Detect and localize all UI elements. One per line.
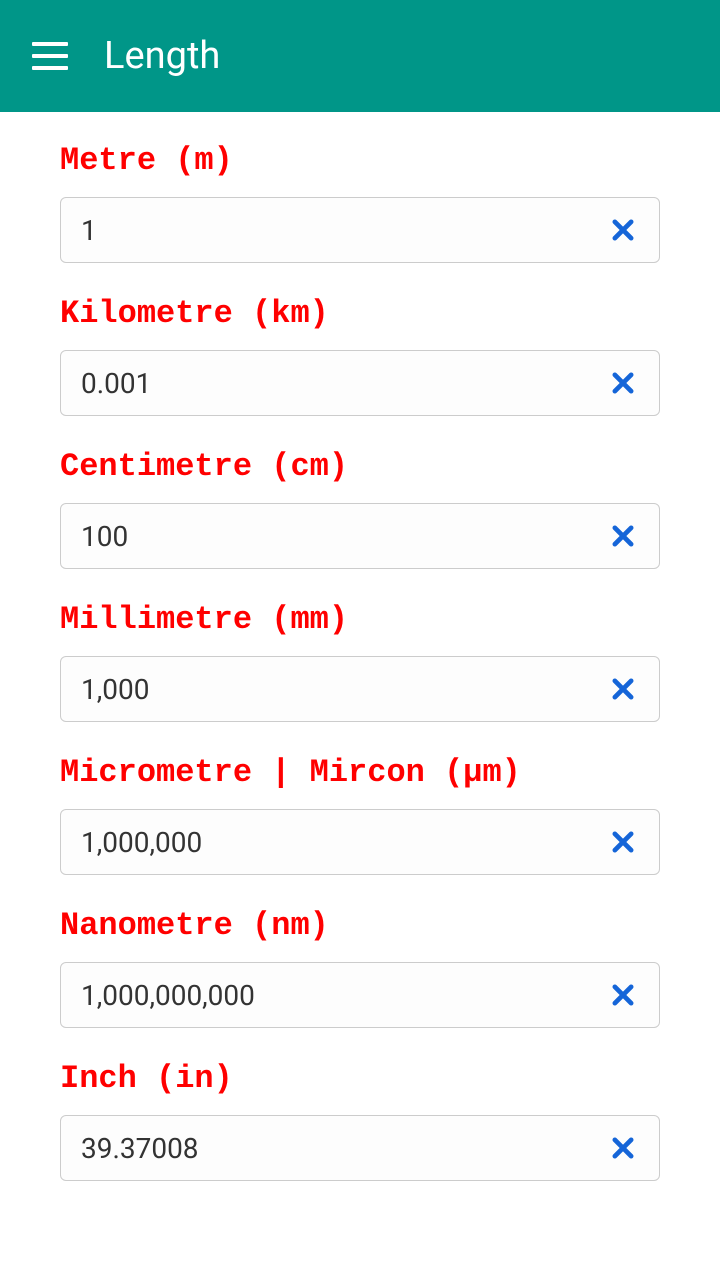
unit-group-kilometre: Kilometre (km) [60, 295, 660, 416]
unit-group-centimetre: Centimetre (cm) [60, 448, 660, 569]
clear-button[interactable] [607, 520, 639, 552]
close-icon [609, 216, 637, 244]
input-wrapper [60, 350, 660, 416]
unit-label: Kilometre (km) [60, 295, 660, 332]
kilometre-input[interactable] [81, 367, 607, 400]
unit-group-micrometre: Micrometre | Mircon (µm) [60, 754, 660, 875]
input-wrapper [60, 962, 660, 1028]
close-icon [609, 1134, 637, 1162]
unit-group-millimetre: Millimetre (mm) [60, 601, 660, 722]
clear-button[interactable] [607, 673, 639, 705]
close-icon [609, 675, 637, 703]
unit-label: Metre (m) [60, 142, 660, 179]
clear-button[interactable] [607, 367, 639, 399]
close-icon [609, 828, 637, 856]
millimetre-input[interactable] [81, 673, 607, 706]
close-icon [609, 369, 637, 397]
clear-button[interactable] [607, 214, 639, 246]
clear-button[interactable] [607, 1132, 639, 1164]
page-title: Length [104, 34, 220, 78]
close-icon [609, 981, 637, 1009]
unit-label: Micrometre | Mircon (µm) [60, 754, 660, 791]
unit-label: Inch (in) [60, 1060, 660, 1097]
input-wrapper [60, 809, 660, 875]
app-header: Length [0, 0, 720, 112]
menu-icon[interactable] [32, 42, 68, 70]
input-wrapper [60, 197, 660, 263]
metre-input[interactable] [81, 214, 607, 247]
unit-label: Millimetre (mm) [60, 601, 660, 638]
input-wrapper [60, 656, 660, 722]
inch-input[interactable] [81, 1132, 607, 1165]
nanometre-input[interactable] [81, 979, 607, 1012]
input-wrapper [60, 503, 660, 569]
content-area: Metre (m) Kilometre (km) Centimetre (cm)… [0, 112, 720, 1243]
close-icon [609, 522, 637, 550]
clear-button[interactable] [607, 979, 639, 1011]
unit-group-nanometre: Nanometre (nm) [60, 907, 660, 1028]
micrometre-input[interactable] [81, 826, 607, 859]
unit-label: Centimetre (cm) [60, 448, 660, 485]
input-wrapper [60, 1115, 660, 1181]
centimetre-input[interactable] [81, 520, 607, 553]
unit-label: Nanometre (nm) [60, 907, 660, 944]
clear-button[interactable] [607, 826, 639, 858]
unit-group-metre: Metre (m) [60, 142, 660, 263]
unit-group-inch: Inch (in) [60, 1060, 660, 1181]
